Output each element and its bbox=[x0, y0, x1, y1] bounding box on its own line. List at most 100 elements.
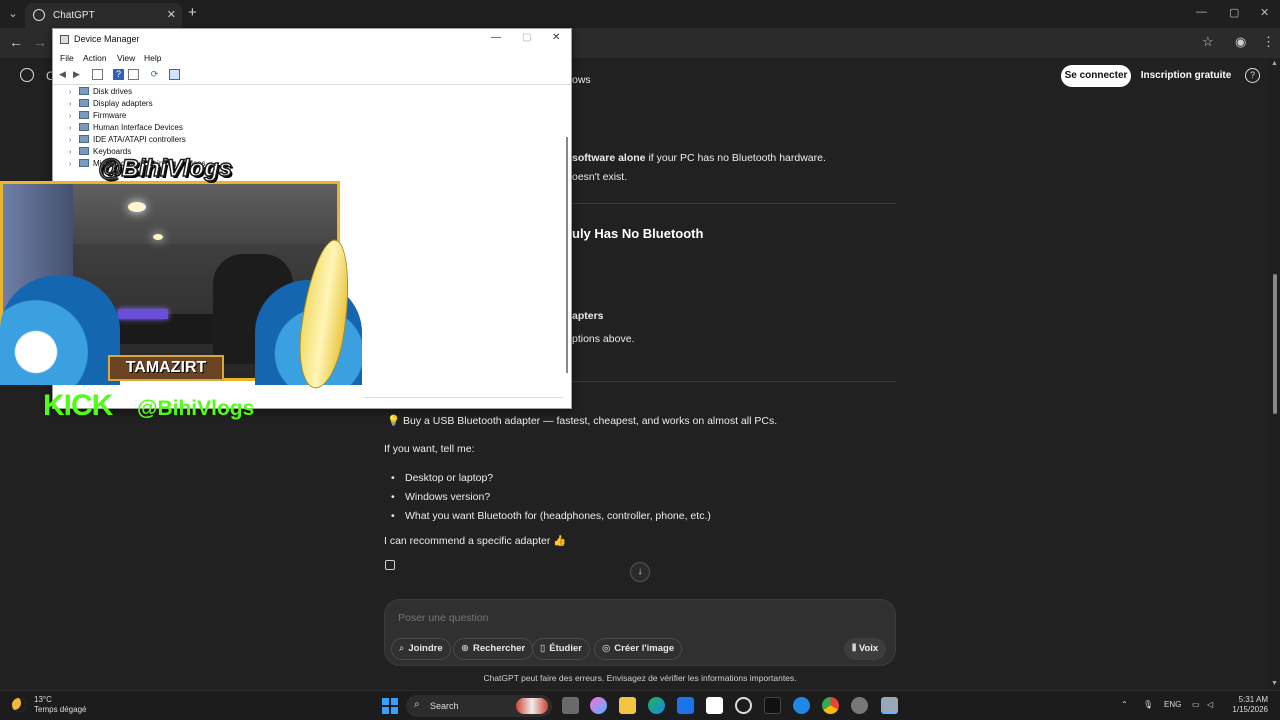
search-button[interactable]: ⊕ Rechercher bbox=[453, 638, 534, 660]
minimize-icon[interactable]: — bbox=[491, 32, 501, 43]
chevron-right-icon: › bbox=[69, 137, 72, 144]
clock-time[interactable]: 5:31 AM bbox=[1230, 695, 1268, 704]
edge-icon[interactable] bbox=[648, 697, 665, 714]
streamer-handle: @BihiVlogs bbox=[97, 154, 233, 183]
volume-icon[interactable]: ◁ bbox=[1207, 700, 1213, 709]
voice-label: Voix bbox=[858, 643, 879, 654]
page-scrollbar[interactable]: ▲ ▼ bbox=[1270, 58, 1280, 690]
help-icon[interactable]: ? bbox=[1245, 68, 1260, 83]
taskbar-search[interactable]: ⌕ Search bbox=[406, 695, 552, 717]
weather-moon-icon[interactable] bbox=[12, 698, 26, 712]
monitor-icon[interactable]: ▭ bbox=[1192, 700, 1200, 709]
device-manager-taskbar-icon[interactable] bbox=[881, 697, 898, 714]
kick-logo: KICK bbox=[43, 389, 113, 422]
maximize-window-icon[interactable]: ▢ bbox=[1229, 6, 1239, 19]
tree-node[interactable]: › Disk drives bbox=[69, 87, 132, 99]
device-tree-hscrollbar[interactable] bbox=[363, 397, 563, 405]
chevron-right-icon: › bbox=[69, 101, 72, 108]
lightbulb-icon: 💡 bbox=[387, 415, 401, 427]
content-fragment: apters bbox=[572, 310, 604, 322]
language-indicator[interactable]: ENG bbox=[1164, 700, 1181, 709]
scroll-up-icon[interactable]: ▲ bbox=[1271, 60, 1278, 67]
list-item: Windows version? bbox=[391, 491, 490, 503]
scroll-down-arrow-icon[interactable]: ↓ bbox=[630, 562, 650, 582]
tip-text: — fastest, cheapest, and works on almost… bbox=[540, 415, 778, 427]
study-button[interactable]: ▯ Étudier bbox=[532, 638, 590, 660]
attach-label: Joindre bbox=[408, 643, 443, 654]
windows-start-icon[interactable] bbox=[382, 698, 398, 714]
back-arrow-icon[interactable]: ◀ bbox=[57, 69, 68, 80]
copy-icon[interactable] bbox=[385, 560, 395, 570]
menu-file[interactable]: File bbox=[60, 53, 74, 63]
minimize-window-icon[interactable]: — bbox=[1196, 6, 1207, 18]
scan-hardware-icon[interactable]: ⟳ bbox=[149, 69, 160, 80]
profile-icon[interactable]: ◉ bbox=[1235, 34, 1246, 50]
view-icon[interactable] bbox=[128, 69, 139, 80]
paperclip-icon: ⌕ bbox=[399, 643, 405, 654]
back-arrow-icon[interactable]: ← bbox=[9, 34, 23, 50]
settings-gear-icon[interactable] bbox=[851, 697, 868, 714]
create-image-button[interactable]: ◎ Créer l'image bbox=[594, 638, 683, 660]
scrollbar-thumb[interactable] bbox=[1273, 274, 1277, 414]
voice-button[interactable]: ⦀ Voix bbox=[844, 638, 887, 660]
tab-chatgpt[interactable]: ChatGPT ✕ bbox=[25, 3, 182, 28]
content-fragment: oesn't exist. bbox=[572, 171, 628, 183]
file-explorer-icon[interactable] bbox=[619, 697, 636, 714]
content-fragment-bold: apters bbox=[572, 310, 604, 322]
wave-decoration bbox=[0, 275, 120, 385]
login-button[interactable]: Se connecter bbox=[1061, 65, 1131, 87]
create-image-label: Créer l'image bbox=[614, 643, 675, 654]
ceiling-light bbox=[128, 202, 146, 212]
close-window-icon[interactable]: ✕ bbox=[1260, 6, 1269, 19]
attach-button[interactable]: ⌕ Joindre bbox=[391, 638, 451, 660]
browser-menu-icon[interactable]: ⋮ bbox=[1262, 34, 1275, 50]
chevron-right-icon: › bbox=[69, 125, 72, 132]
monitor-icon[interactable] bbox=[169, 69, 180, 80]
mail-icon[interactable] bbox=[677, 697, 694, 714]
chrome-icon[interactable] bbox=[822, 697, 839, 714]
properties-icon[interactable] bbox=[92, 69, 103, 80]
tree-node-label: IDE ATA/ATAPI controllers bbox=[93, 135, 186, 144]
tree-node[interactable]: › IDE ATA/ATAPI controllers bbox=[69, 135, 186, 147]
chatgpt-app-icon[interactable] bbox=[735, 697, 752, 714]
copilot-icon[interactable] bbox=[590, 697, 607, 714]
scrollbar-thumb[interactable] bbox=[566, 137, 568, 373]
device-tree-scrollbar[interactable] bbox=[564, 129, 570, 379]
menu-view[interactable]: View bbox=[117, 53, 135, 63]
list-item: Desktop or laptop? bbox=[391, 472, 493, 484]
chevron-right-icon: › bbox=[69, 89, 72, 96]
voice-waveform-icon: ⦀ bbox=[852, 643, 859, 654]
tree-node[interactable]: › Human Interface Devices bbox=[69, 123, 183, 135]
app-icon[interactable] bbox=[793, 697, 810, 714]
new-tab-button[interactable]: + bbox=[188, 4, 197, 21]
store-icon[interactable] bbox=[706, 697, 723, 714]
recommend-text: I can recommend a specific adapter 👍 bbox=[384, 535, 567, 547]
microphone-icon[interactable]: 🎙 bbox=[1143, 700, 1153, 709]
chevron-up-icon[interactable]: ⌃ bbox=[1121, 700, 1128, 709]
kick-handle: @BihiVlogs bbox=[137, 397, 255, 420]
weather-condition[interactable]: Temps dégagé bbox=[34, 705, 86, 714]
message-input[interactable] bbox=[398, 612, 798, 624]
menu-action[interactable]: Action bbox=[83, 53, 107, 63]
tab-list-chevron-icon[interactable]: ⌄ bbox=[4, 5, 22, 23]
maximize-icon[interactable]: ▢ bbox=[522, 32, 531, 43]
task-view-icon[interactable] bbox=[562, 697, 579, 714]
signup-button[interactable]: Inscription gratuite bbox=[1139, 65, 1233, 87]
clock-date[interactable]: 1/15/2026 bbox=[1224, 705, 1268, 714]
tree-node[interactable]: › Display adapters bbox=[69, 99, 153, 111]
tree-node[interactable]: › Firmware bbox=[69, 111, 126, 123]
menu-help[interactable]: Help bbox=[144, 53, 161, 63]
weather-temperature[interactable]: 13°C bbox=[34, 695, 52, 704]
device-manager-titlebar[interactable]: Device Manager — ▢ ✕ bbox=[53, 29, 571, 51]
openai-logo-icon[interactable] bbox=[20, 68, 34, 82]
forward-arrow-icon[interactable]: ▶ bbox=[71, 69, 82, 80]
close-icon[interactable]: ✕ bbox=[552, 32, 560, 43]
chatgpt-favicon-icon bbox=[33, 9, 45, 21]
tab-close-icon[interactable]: ✕ bbox=[167, 8, 176, 21]
help-icon[interactable]: ? bbox=[113, 69, 124, 80]
bookmark-star-icon[interactable]: ☆ bbox=[1202, 34, 1214, 50]
forward-arrow-icon[interactable]: → bbox=[33, 34, 47, 50]
scroll-down-icon[interactable]: ▼ bbox=[1271, 680, 1278, 687]
terminal-icon[interactable] bbox=[764, 697, 781, 714]
webcam-keyboard bbox=[118, 309, 168, 319]
